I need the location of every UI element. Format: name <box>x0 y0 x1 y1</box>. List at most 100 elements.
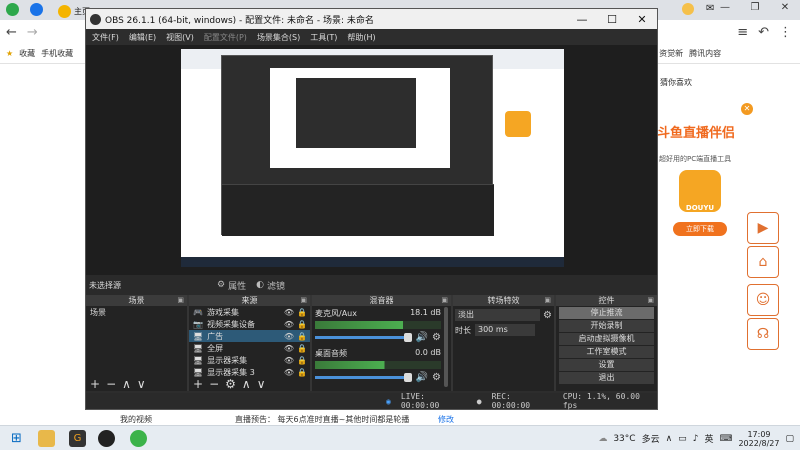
source-settings-icon[interactable]: ⚙ <box>225 377 236 391</box>
menu-view[interactable]: 视图(V) <box>166 32 194 43</box>
source-item[interactable]: 🖥 显示器采集 👁 🔒 <box>189 354 310 366</box>
volume-slider[interactable] <box>315 373 412 382</box>
remove-source-icon[interactable]: − <box>209 377 219 391</box>
eye-icon[interactable]: 👁 <box>284 368 294 377</box>
dock-float-icon[interactable]: ▣ <box>441 295 448 306</box>
menu-tools[interactable]: 工具(T) <box>310 32 337 43</box>
source-item[interactable]: 🎮 游戏采集 👁 🔒 <box>189 306 310 318</box>
move-up-icon[interactable]: ∧ <box>242 377 251 391</box>
shield-icon[interactable] <box>682 3 694 15</box>
file-explorer-icon[interactable] <box>38 430 55 447</box>
windows-start-icon[interactable]: ⊞ <box>8 430 25 447</box>
home-icon[interactable]: ⌂ <box>747 246 779 278</box>
menu-edit[interactable]: 编辑(E) <box>129 32 156 43</box>
edit-link[interactable]: 修改 <box>438 414 454 425</box>
play-icon[interactable]: ▶ <box>747 212 779 244</box>
maximize-icon[interactable]: ☐ <box>597 13 627 26</box>
remove-scene-icon[interactable]: − <box>106 377 116 391</box>
clock[interactable]: 17:09 2022/8/27 <box>738 430 779 448</box>
volume-icon[interactable]: ♪ <box>693 434 699 444</box>
clock-date: 2022/8/27 <box>738 438 780 448</box>
more-icon[interactable]: ⋮ <box>779 25 792 40</box>
eye-icon[interactable]: 👁 <box>284 320 294 329</box>
add-source-icon[interactable]: + <box>193 377 203 391</box>
properties-button[interactable]: ⚙ 属性 <box>217 279 246 292</box>
settings-button[interactable]: 设置 <box>559 359 654 371</box>
source-item[interactable]: 📷 视频采集设备 👁 🔒 <box>189 318 310 330</box>
menu-file[interactable]: 文件(F) <box>92 32 119 43</box>
maximize-icon[interactable]: ❐ <box>740 2 770 13</box>
exit-button[interactable]: 退出 <box>559 372 654 384</box>
duration-input[interactable]: 300 ms <box>475 324 535 336</box>
mixer-gear-icon[interactable]: ⚙ <box>432 372 441 383</box>
slider-handle[interactable] <box>403 373 412 382</box>
mixer-gear-icon[interactable]: ⚙ <box>432 332 441 343</box>
menu-icon[interactable]: ≡ <box>737 25 748 40</box>
filters-button[interactable]: ◐ 滤镜 <box>256 279 285 292</box>
scene-item[interactable]: 场景 <box>86 306 187 318</box>
forward-icon[interactable]: → <box>27 25 38 40</box>
speaker-icon[interactable]: 🔊 <box>416 332 428 343</box>
lock-icon[interactable]: 🔒 <box>297 368 307 377</box>
source-item[interactable]: 🖥 广告 👁 🔒 <box>189 330 310 342</box>
promo-close-icon[interactable]: ✕ <box>741 103 753 115</box>
studio-mode-button[interactable]: 工作室模式 <box>559 346 654 358</box>
bookmark-item[interactable]: 腾讯内容 <box>689 48 721 59</box>
bookmark-item[interactable]: 资觉新 <box>659 48 683 59</box>
eye-icon[interactable]: 👁 <box>284 344 294 353</box>
slider-handle[interactable] <box>403 333 412 342</box>
undo-icon[interactable]: ↶ <box>758 25 769 40</box>
mixer-scrollbar[interactable] <box>444 307 448 387</box>
transition-select[interactable]: 淡出 <box>455 309 541 321</box>
lock-icon[interactable]: 🔒 <box>297 356 307 365</box>
eye-icon[interactable]: 👁 <box>284 332 294 341</box>
transition-settings-icon[interactable]: ⚙ <box>543 310 552 321</box>
telegram-icon[interactable] <box>30 3 43 16</box>
move-up-icon[interactable]: ∧ <box>122 377 131 391</box>
move-down-icon[interactable]: ∨ <box>257 377 266 391</box>
source-item[interactable]: 🖥 全屏 👁 🔒 <box>189 342 310 354</box>
browser-taskbar-icon[interactable] <box>130 430 147 447</box>
dock-float-icon[interactable]: ▣ <box>647 295 654 306</box>
volume-slider[interactable] <box>315 333 412 342</box>
lock-icon[interactable]: 🔒 <box>297 308 307 317</box>
bookmark-item[interactable]: 收藏 <box>19 48 35 59</box>
obs-taskbar-icon[interactable] <box>98 430 115 447</box>
network-icon[interactable]: ▭ <box>678 434 687 444</box>
menu-profile[interactable]: 配置文件(P) <box>204 32 247 43</box>
transitions-title: 转场特效 <box>487 296 520 305</box>
back-icon[interactable]: ← <box>6 25 17 40</box>
temperature: 33°C <box>613 433 636 444</box>
dock-float-icon[interactable]: ▣ <box>544 295 551 306</box>
tray-expand-icon[interactable]: ∧ <box>666 434 673 444</box>
headset-icon[interactable]: ☊ <box>747 318 779 350</box>
add-scene-icon[interactable]: + <box>90 377 100 391</box>
notification-icon[interactable]: ▢ <box>785 434 794 444</box>
speaker-icon[interactable]: 🔊 <box>416 372 428 383</box>
eye-icon[interactable]: 👁 <box>284 308 294 317</box>
robot-icon[interactable]: ☺ <box>747 284 779 316</box>
dock-float-icon[interactable]: ▣ <box>300 295 307 306</box>
menu-scene-collection[interactable]: 场景集合(S) <box>257 32 300 43</box>
lock-icon[interactable]: 🔒 <box>297 332 307 341</box>
eye-icon[interactable]: 👁 <box>284 356 294 365</box>
start-recording-button[interactable]: 开始录制 <box>559 320 654 332</box>
download-button[interactable]: 立即下载 <box>673 222 727 236</box>
minimize-icon[interactable]: — <box>710 2 740 13</box>
bookmark-item[interactable]: 手机收藏 <box>41 48 73 59</box>
close-icon[interactable]: ✕ <box>627 13 657 26</box>
keyboard-icon[interactable]: ⌨ <box>719 434 732 444</box>
dock-float-icon[interactable]: ▣ <box>177 295 184 306</box>
minimize-icon[interactable]: — <box>567 13 597 26</box>
lock-icon[interactable]: 🔒 <box>297 344 307 353</box>
ime-indicator[interactable]: 英 <box>704 432 713 445</box>
lock-icon[interactable]: 🔒 <box>297 320 307 329</box>
close-icon[interactable]: ✕ <box>770 2 800 13</box>
menu-help[interactable]: 帮助(H) <box>347 32 375 43</box>
virtual-camera-button[interactable]: 启动虚拟摄像机 <box>559 333 654 345</box>
stop-streaming-button[interactable]: 停止推流 <box>559 307 654 319</box>
page-left-text[interactable]: 我的视频 <box>120 414 152 425</box>
app-g-icon[interactable]: G <box>69 430 86 447</box>
preview-area[interactable] <box>86 45 657 275</box>
move-down-icon[interactable]: ∨ <box>137 377 146 391</box>
